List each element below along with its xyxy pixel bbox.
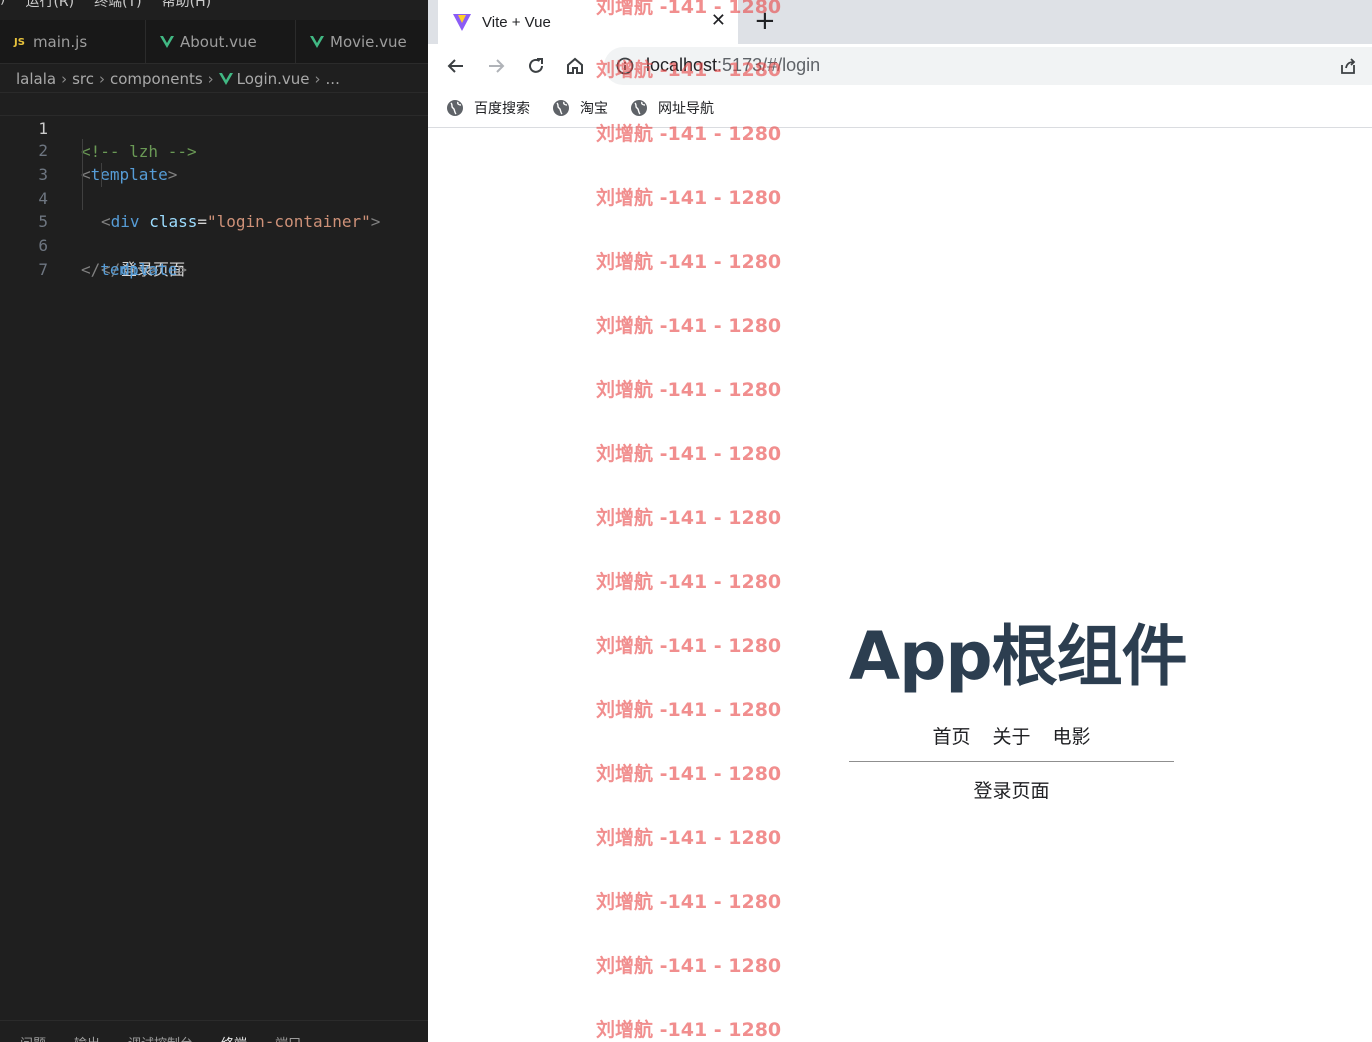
indent-guide bbox=[82, 139, 83, 164]
back-button[interactable] bbox=[442, 52, 470, 80]
arrow-left-icon bbox=[447, 59, 463, 73]
login-view-text: 登录页面 bbox=[973, 780, 1050, 802]
divider bbox=[849, 761, 1174, 762]
menu-item-terminal[interactable]: 终端(T) bbox=[94, 0, 141, 11]
tab-label: Movie.vue bbox=[330, 33, 407, 51]
code-line[interactable]: 2 <template> bbox=[0, 116, 428, 184]
vue-icon bbox=[218, 72, 233, 85]
indent-guide bbox=[82, 186, 83, 211]
vite-logo-icon bbox=[453, 14, 471, 31]
tab-label: About.vue bbox=[180, 33, 257, 51]
breadcrumb: lalala › src › components › Login.vue › … bbox=[0, 66, 428, 92]
new-tab-icon[interactable]: + bbox=[754, 6, 776, 36]
indent-guide bbox=[101, 163, 102, 187]
router-nav: 首页 关于 电影 bbox=[849, 722, 1174, 749]
home-icon bbox=[567, 57, 583, 74]
bookmark-label: 百度搜索 bbox=[474, 100, 530, 117]
nav-link-about[interactable]: 关于 bbox=[992, 722, 1030, 749]
panel-tab-terminal[interactable]: 终端 bbox=[221, 1033, 247, 1042]
share-icon[interactable] bbox=[1338, 56, 1358, 76]
code-line[interactable]: 5 </div> bbox=[0, 186, 428, 279]
tab-label: main.js bbox=[32, 33, 88, 51]
breadcrumb-item[interactable]: Login.vue bbox=[237, 70, 310, 88]
code-line[interactable]: 7 bbox=[0, 234, 428, 279]
browser-tab-strip: Vite + Vue ✕ + bbox=[428, 0, 1372, 44]
panel-tab-problems[interactable]: 问题 bbox=[20, 1033, 46, 1042]
address-bar[interactable]: localhost:5173/#/login bbox=[604, 47, 1372, 85]
bookmarks-bar: 百度搜索 淘宝 网址导航 bbox=[428, 88, 1372, 128]
breadcrumb-item[interactable]: ... bbox=[326, 70, 340, 88]
nav-link-home[interactable]: 首页 bbox=[932, 722, 970, 749]
arrow-right-icon bbox=[489, 59, 505, 73]
code-editor: ) 运行(R) 终端(T) 帮助(H) JS main.js About.vue… bbox=[0, 0, 428, 1042]
url-text: localhost:5173/#/login bbox=[646, 55, 821, 75]
page-content: App根组件 首页 关于 电影 登录页面 bbox=[428, 129, 1372, 1042]
chevron-right-icon: › bbox=[314, 70, 321, 88]
bookmark-label: 淘宝 bbox=[580, 100, 608, 117]
indent-guide bbox=[82, 163, 83, 187]
code-line[interactable]: 1 <!-- lzh --> bbox=[0, 92, 428, 161]
app-root: App根组件 首页 关于 电影 登录页面 bbox=[849, 614, 1188, 803]
tab-about-vue[interactable]: About.vue bbox=[146, 20, 296, 64]
bookmark-nav[interactable]: 网址导航 bbox=[630, 98, 714, 118]
bookmark-taobao[interactable]: 淘宝 bbox=[552, 98, 608, 118]
chevron-right-icon: › bbox=[61, 70, 68, 88]
nav-link-movie[interactable]: 电影 bbox=[1053, 722, 1091, 749]
code-text: </template> bbox=[81, 259, 187, 279]
reload-icon bbox=[529, 58, 543, 73]
bookmark-label: 网址导航 bbox=[658, 100, 714, 117]
globe-icon bbox=[447, 99, 463, 116]
browser-window: Vite + Vue ✕ + localhost:5173/#/login 百度… bbox=[428, 0, 1372, 1042]
line-number: 7 bbox=[38, 259, 48, 279]
page-title: App根组件 bbox=[849, 618, 1188, 695]
globe-icon bbox=[631, 99, 647, 116]
js-icon: JS bbox=[14, 36, 25, 48]
vue-icon bbox=[160, 35, 174, 48]
vue-icon bbox=[310, 35, 324, 48]
code-line[interactable]: 3 <div class="login-container"> bbox=[0, 139, 428, 231]
breadcrumb-item[interactable]: lalala bbox=[16, 70, 56, 88]
menu-item-run[interactable]: 运行(R) bbox=[25, 0, 74, 11]
panel-tab-output[interactable]: 输出 bbox=[74, 1033, 100, 1042]
browser-tab[interactable]: Vite + Vue ✕ bbox=[438, 0, 738, 44]
panel-tab-debug-console[interactable]: 调试控制台 bbox=[128, 1033, 193, 1042]
breadcrumb-item[interactable]: components bbox=[110, 70, 203, 88]
browser-toolbar: localhost:5173/#/login bbox=[428, 44, 1372, 88]
close-tab-icon[interactable]: ✕ bbox=[711, 10, 726, 31]
panel-tabs: 问题 输出 调试控制台 终端 端口 bbox=[0, 1020, 428, 1042]
chevron-right-icon: › bbox=[207, 70, 214, 88]
menu-item[interactable]: ) bbox=[0, 0, 5, 11]
tab-movie-vue[interactable]: Movie.vue bbox=[296, 20, 428, 64]
code-line[interactable]: 4 登录页面 bbox=[0, 163, 428, 279]
code-area[interactable]: 1 <!-- lzh --> 2 <template> 3 <div class… bbox=[0, 92, 428, 279]
chevron-right-icon: › bbox=[98, 70, 105, 88]
forward-button[interactable] bbox=[482, 52, 510, 80]
menu-bar: ) 运行(R) 终端(T) 帮助(H) bbox=[0, 0, 428, 11]
reload-button[interactable] bbox=[522, 52, 550, 80]
browser-tab-title: Vite + Vue bbox=[482, 13, 551, 31]
tab-main-js[interactable]: JS main.js bbox=[0, 20, 146, 64]
bookmark-baidu[interactable]: 百度搜索 bbox=[446, 98, 530, 118]
globe-icon bbox=[553, 99, 569, 116]
home-button[interactable] bbox=[561, 52, 589, 80]
breadcrumb-item[interactable]: src bbox=[72, 70, 94, 88]
editor-tabs: JS main.js About.vue Movie.vue bbox=[0, 20, 428, 64]
panel-tab-ports[interactable]: 端口 bbox=[275, 1033, 301, 1042]
menu-item-help[interactable]: 帮助(H) bbox=[162, 0, 211, 11]
info-icon[interactable] bbox=[616, 57, 634, 75]
code-line[interactable]: 6 </template> bbox=[0, 210, 428, 279]
